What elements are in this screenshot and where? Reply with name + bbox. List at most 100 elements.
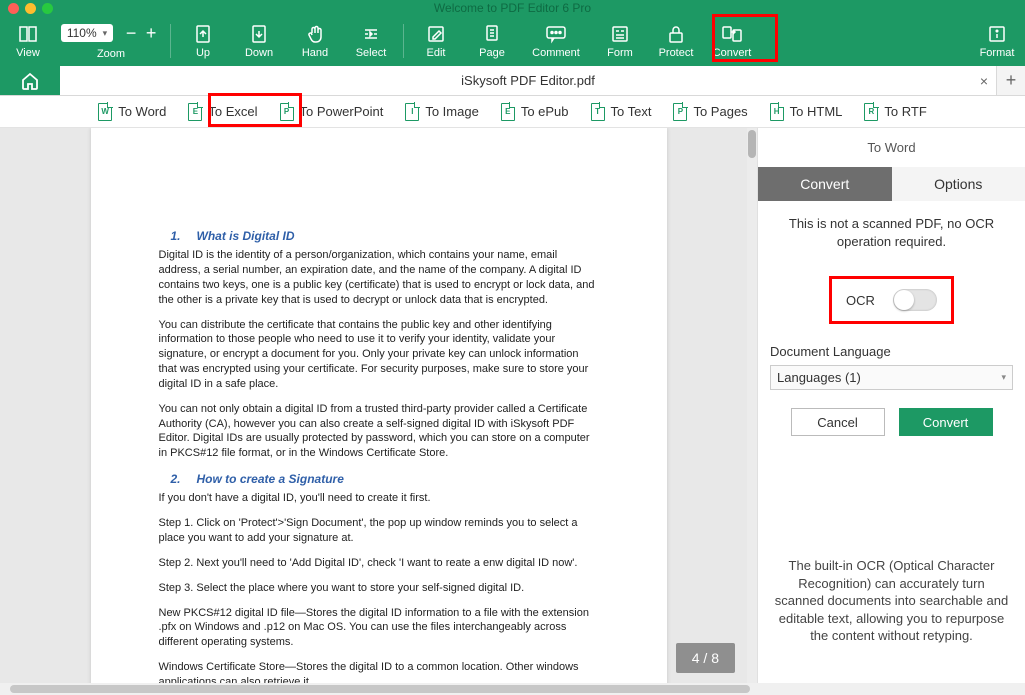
paragraph: You can not only obtain a digital ID fro…	[159, 402, 599, 461]
heading-1: 1.What is Digital ID	[159, 228, 599, 244]
tab-convert[interactable]: Convert	[758, 167, 892, 201]
ocr-description: The built-in OCR (Optical Character Reco…	[770, 557, 1013, 645]
zoom-window-icon[interactable]	[42, 3, 53, 14]
tab-options[interactable]: Options	[892, 167, 1025, 201]
hand-button[interactable]: Hand	[287, 16, 343, 66]
document-tab-title: iSkysoft PDF Editor.pdf	[461, 73, 595, 88]
paragraph: Windows Certificate Store—Stores the dig…	[159, 660, 599, 683]
horizontal-scrollbar[interactable]	[0, 683, 1025, 695]
comment-button[interactable]: Comment	[520, 16, 592, 66]
hand-label: Hand	[302, 47, 328, 59]
panel-title: To Word	[758, 128, 1025, 167]
zoom-group: 110% ▾ − + Zoom	[56, 16, 166, 66]
language-select[interactable]: Languages (1) ▾	[770, 365, 1013, 390]
select-button[interactable]: Select	[343, 16, 399, 66]
language-label: Document Language	[770, 344, 1013, 359]
comment-label: Comment	[532, 47, 580, 59]
document-viewport[interactable]: 1.What is Digital ID Digital ID is the i…	[0, 128, 757, 683]
protect-button[interactable]: Protect	[648, 16, 704, 66]
document-page: 1.What is Digital ID Digital ID is the i…	[91, 128, 667, 683]
page-icon	[482, 23, 502, 45]
to-rtf-button[interactable]: RTo RTF	[858, 100, 932, 124]
view-label: View	[16, 47, 40, 59]
to-pages-label: To Pages	[693, 104, 747, 119]
edit-label: Edit	[427, 47, 446, 59]
tab-row: iSkysoft PDF Editor.pdf × +	[0, 66, 1025, 96]
paragraph: Step 3. Select the place where you want …	[159, 581, 599, 596]
view-button[interactable]: View	[0, 16, 56, 66]
protect-label: Protect	[659, 47, 694, 59]
convert-action-button[interactable]: Convert	[899, 408, 993, 436]
minimize-window-icon[interactable]	[25, 3, 36, 14]
to-pages-button[interactable]: PTo Pages	[667, 100, 753, 124]
scroll-thumb[interactable]	[10, 685, 750, 693]
convert-button[interactable]: Convert	[704, 16, 760, 66]
home-button[interactable]	[0, 66, 60, 95]
home-icon	[20, 71, 40, 91]
select-icon	[361, 23, 381, 45]
vertical-scrollbar[interactable]	[747, 128, 757, 683]
format-button[interactable]: Format	[969, 16, 1025, 66]
scroll-thumb[interactable]	[748, 130, 756, 158]
chevron-down-icon: ▾	[103, 28, 108, 39]
to-image-button[interactable]: ITo Image	[399, 100, 484, 124]
convert-icon	[721, 23, 743, 45]
to-excel-button[interactable]: ETo Excel	[182, 100, 263, 124]
info-icon	[987, 23, 1007, 45]
toggle-knob	[894, 290, 914, 310]
down-button[interactable]: Down	[231, 16, 287, 66]
window-controls	[8, 3, 53, 14]
paragraph: New PKCS#12 digital ID file—Stores the d…	[159, 606, 599, 651]
close-window-icon[interactable]	[8, 3, 19, 14]
paragraph: If you don't have a digital ID, you'll n…	[159, 491, 599, 506]
new-tab-button[interactable]: +	[997, 66, 1025, 95]
format-label: Format	[980, 47, 1015, 59]
action-row: Cancel Convert	[770, 408, 1013, 436]
separator	[170, 24, 171, 58]
to-powerpoint-label: To PowerPoint	[300, 104, 384, 119]
to-powerpoint-button[interactable]: P To PowerPoint	[274, 100, 390, 124]
panel-tabs: Convert Options	[758, 167, 1025, 201]
ocr-message: This is not a scanned PDF, no OCR operat…	[770, 215, 1013, 250]
to-text-button[interactable]: TTo Text	[585, 100, 658, 124]
zoom-dropdown[interactable]: 110% ▾	[61, 24, 113, 42]
main-area: 1.What is Digital ID Digital ID is the i…	[0, 128, 1025, 683]
zoom-label: Zoom	[97, 48, 125, 60]
up-label: Up	[196, 47, 210, 59]
convert-toolbar: WTo Word ETo Excel PTo PowerPoint ITo Im…	[0, 96, 1025, 128]
panel-body: This is not a scanned PDF, no OCR operat…	[758, 201, 1025, 683]
app-title: Welcome to PDF Editor 6 Pro	[434, 1, 591, 15]
file-icon: H	[770, 103, 784, 121]
down-label: Down	[245, 47, 273, 59]
file-icon: E	[501, 103, 515, 121]
to-epub-button[interactable]: E To ePub	[495, 100, 575, 124]
to-image-label: To Image	[425, 104, 478, 119]
page-indicator: 4 / 8	[676, 643, 735, 673]
edit-button[interactable]: Edit	[408, 16, 464, 66]
zoom-in-button[interactable]: +	[141, 23, 161, 44]
to-excel-label: To Excel	[208, 104, 257, 119]
paragraph: Digital ID is the identity of a person/o…	[159, 248, 599, 307]
document-tab[interactable]: iSkysoft PDF Editor.pdf ×	[60, 66, 997, 95]
to-word-button[interactable]: WTo Word	[92, 100, 172, 124]
zoom-value: 110%	[67, 26, 97, 40]
ocr-toggle[interactable]	[893, 289, 937, 311]
form-icon	[610, 23, 630, 45]
zoom-out-button[interactable]: −	[121, 23, 141, 44]
to-epub-label: To ePub	[521, 104, 569, 119]
close-tab-button[interactable]: ×	[980, 73, 988, 89]
select-label: Select	[356, 47, 387, 59]
paragraph: Step 2. Next you'll need to 'Add Digital…	[159, 556, 599, 571]
file-icon: T	[591, 103, 605, 121]
form-label: Form	[607, 47, 633, 59]
form-button[interactable]: Form	[592, 16, 648, 66]
file-icon: P	[280, 103, 294, 121]
cancel-button[interactable]: Cancel	[791, 408, 885, 436]
hand-icon	[305, 23, 325, 45]
up-button[interactable]: Up	[175, 16, 231, 66]
page-button[interactable]: Page	[464, 16, 520, 66]
to-rtf-label: To RTF	[884, 104, 926, 119]
file-icon: W	[98, 103, 112, 121]
to-html-button[interactable]: HTo HTML	[764, 100, 849, 124]
separator	[403, 24, 404, 58]
